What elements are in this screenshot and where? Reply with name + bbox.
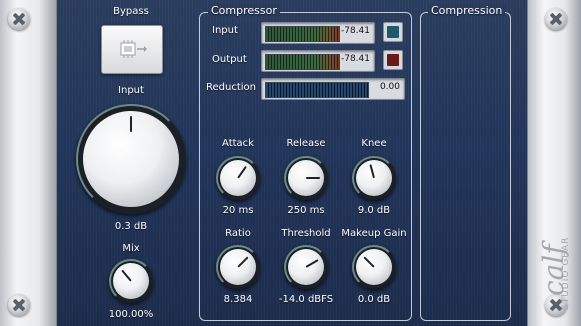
input-meter-value: -78.41 bbox=[340, 26, 370, 36]
attack-label: Attack bbox=[222, 138, 254, 149]
knee-label: Knee bbox=[361, 138, 387, 149]
output-led bbox=[383, 50, 403, 70]
bypass-label: Bypass bbox=[113, 6, 149, 17]
threshold-value: -14.0 dBFS bbox=[278, 294, 334, 305]
meter-bar bbox=[265, 82, 369, 98]
gain-reduction-meter: 0.00 bbox=[261, 78, 405, 100]
input-gain-label: Input bbox=[118, 85, 144, 96]
knob-pointer bbox=[130, 116, 132, 132]
attack-knob[interactable] bbox=[216, 156, 260, 200]
release-label: Release bbox=[286, 138, 326, 149]
threshold-label: Threshold bbox=[281, 228, 331, 239]
meter-bar bbox=[265, 26, 340, 42]
mix-label: Mix bbox=[122, 243, 140, 254]
attack-value: 20 ms bbox=[222, 205, 254, 216]
meter-bar bbox=[265, 54, 340, 70]
brand-subtitle: STUDIO GEAR bbox=[561, 236, 571, 310]
compression-graph-section bbox=[420, 12, 511, 321]
mix-knob[interactable] bbox=[109, 259, 153, 303]
right-rack-ear: calf STUDIO GEAR bbox=[527, 0, 581, 326]
knob-body bbox=[356, 160, 392, 196]
output-meter-value: -78.41 bbox=[340, 54, 370, 64]
chip-bypass-icon bbox=[120, 40, 147, 58]
makeup-gain-knob[interactable] bbox=[352, 245, 396, 289]
compression-graph-title: Compression bbox=[428, 4, 506, 17]
release-knob[interactable] bbox=[284, 156, 328, 200]
reduction-meter-value: 0.00 bbox=[379, 82, 400, 92]
led-inner bbox=[387, 54, 399, 66]
screw-icon bbox=[545, 8, 567, 30]
makeup-gain-label: Makeup Gain bbox=[341, 228, 407, 239]
input-led bbox=[383, 22, 403, 42]
led-inner bbox=[387, 26, 399, 38]
knee-value: 9.0 dB bbox=[357, 205, 391, 216]
output-meter-label: Output bbox=[212, 54, 247, 65]
mix-value: 100.00% bbox=[108, 309, 154, 320]
compressor-section-title: Compressor bbox=[208, 4, 280, 17]
output-level-meter: -78.41 bbox=[261, 50, 375, 72]
screw-icon bbox=[8, 8, 30, 30]
compressor-plugin-window: calf STUDIO GEAR Bypass Input 0.3 dB Mix bbox=[0, 0, 581, 326]
threshold-knob[interactable] bbox=[284, 245, 328, 289]
left-rack-ear bbox=[0, 0, 57, 326]
input-level-meter: -78.41 bbox=[261, 22, 375, 44]
knob-pointer bbox=[306, 177, 320, 179]
bypass-button[interactable] bbox=[101, 25, 163, 74]
screw-icon bbox=[8, 294, 30, 316]
ratio-value: 8.384 bbox=[223, 294, 253, 305]
brand-logo: calf STUDIO GEAR bbox=[535, 206, 575, 316]
knee-knob[interactable] bbox=[352, 156, 396, 200]
ratio-knob[interactable] bbox=[216, 245, 260, 289]
input-meter-label: Input bbox=[212, 25, 238, 36]
input-gain-knob[interactable] bbox=[76, 104, 186, 214]
knob-body bbox=[113, 263, 149, 299]
release-value: 250 ms bbox=[287, 205, 325, 216]
ratio-label: Ratio bbox=[225, 228, 251, 239]
input-gain-value: 0.3 dB bbox=[114, 221, 148, 232]
makeup-gain-value: 0.0 dB bbox=[357, 294, 391, 305]
knob-body bbox=[356, 249, 392, 285]
reduction-meter-label: Reduction bbox=[206, 82, 256, 93]
